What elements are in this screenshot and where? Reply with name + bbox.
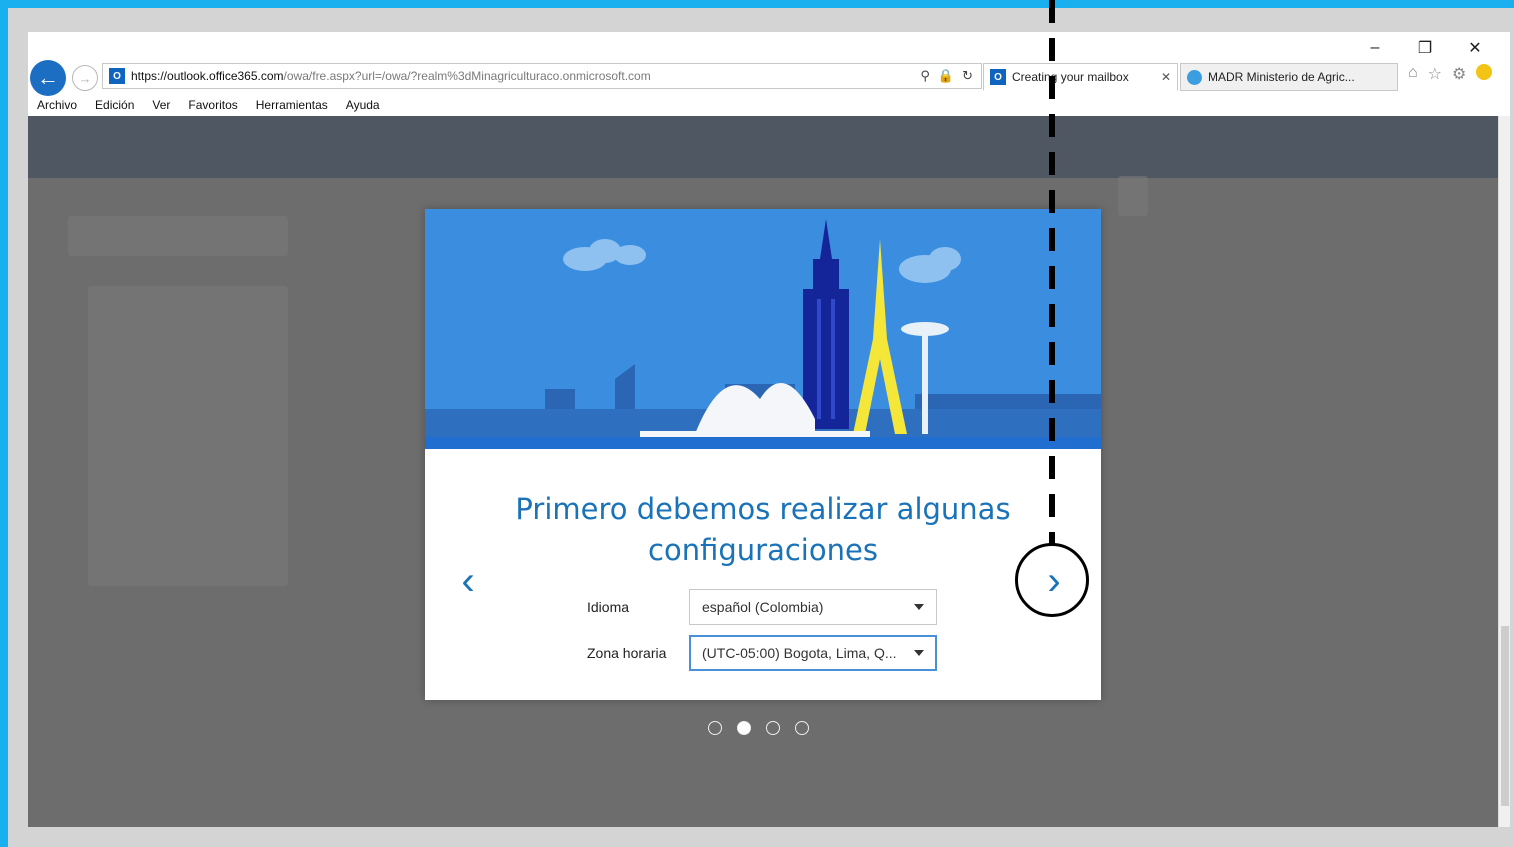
language-value: español (Colombia) bbox=[702, 599, 824, 615]
ie-tab-icon bbox=[1187, 69, 1202, 85]
screen-frame-top bbox=[0, 0, 1514, 8]
minimize-button[interactable]: – bbox=[1350, 36, 1400, 60]
tab-label: Creating your mailbox bbox=[1012, 70, 1129, 84]
close-button[interactable]: ✕ bbox=[1450, 36, 1500, 60]
annotation-dashed-line bbox=[1049, 0, 1055, 545]
scrollbar[interactable] bbox=[1498, 116, 1510, 827]
page-dot[interactable] bbox=[766, 721, 780, 735]
back-button[interactable]: ← bbox=[30, 60, 66, 96]
timezone-select[interactable]: (UTC-05:00) Bogota, Lima, Q... bbox=[689, 635, 937, 671]
browser-window: – ❐ ✕ ← → O https://outlook.office365.co… bbox=[28, 32, 1510, 827]
tab-creating-mailbox[interactable]: O Creating your mailbox ✕ bbox=[983, 63, 1178, 91]
dialog-title: Primero debemos realizar algunas configu… bbox=[515, 492, 1011, 567]
restore-button[interactable]: ❐ bbox=[1400, 36, 1450, 60]
navigation-bar: ← → O https://outlook.office365.com/owa/… bbox=[28, 58, 1510, 96]
outlook-tab-icon: O bbox=[990, 69, 1006, 85]
outlook-favicon-icon: O bbox=[109, 68, 125, 84]
url-text: https://outlook.office365.com/owa/fre.as… bbox=[131, 69, 651, 83]
window-controls: – ❐ ✕ bbox=[1350, 36, 1500, 60]
menu-ver[interactable]: Ver bbox=[152, 96, 170, 116]
blurred-block bbox=[88, 286, 288, 586]
chevron-down-icon bbox=[914, 604, 924, 610]
home-icon[interactable]: ⌂ bbox=[1408, 64, 1418, 84]
back-arrow-icon: ← bbox=[37, 65, 59, 90]
annotation-circle bbox=[1015, 543, 1089, 617]
menu-archivo[interactable]: Archivo bbox=[37, 96, 77, 116]
prev-arrow-button[interactable]: ‹ bbox=[453, 559, 483, 603]
timezone-value: (UTC-05:00) Bogota, Lima, Q... bbox=[702, 645, 897, 661]
menu-edicion[interactable]: Edición bbox=[95, 96, 134, 116]
page-dot-active[interactable] bbox=[737, 721, 751, 735]
menu-favoritos[interactable]: Favoritos bbox=[188, 96, 237, 116]
timezone-label: Zona horaria bbox=[587, 645, 667, 661]
chevron-left-icon: ‹ bbox=[461, 558, 475, 603]
search-icon[interactable]: ⚲ bbox=[920, 68, 930, 84]
chevron-down-icon bbox=[914, 650, 924, 656]
toolbar-icons: ⌂ ☆ ⚙ bbox=[1408, 64, 1493, 84]
language-select[interactable]: español (Colombia) bbox=[689, 589, 937, 625]
address-tools: ⚲ 🔒 ↻ bbox=[920, 68, 973, 84]
hero-illustration bbox=[425, 209, 1101, 449]
tab-label: MADR Ministerio de Agric... bbox=[1208, 70, 1355, 84]
screen-frame-left bbox=[0, 0, 8, 847]
address-bar[interactable]: O https://outlook.office365.com/owa/fre.… bbox=[102, 63, 982, 89]
menu-herramientas[interactable]: Herramientas bbox=[256, 96, 328, 116]
blurred-header bbox=[28, 116, 1498, 178]
blurred-block bbox=[68, 216, 288, 256]
page-dot[interactable] bbox=[795, 721, 809, 735]
language-label: Idioma bbox=[587, 599, 630, 615]
page-dot[interactable] bbox=[708, 721, 722, 735]
scroll-thumb[interactable] bbox=[1501, 626, 1509, 806]
forward-button[interactable]: → bbox=[72, 65, 98, 91]
refresh-icon[interactable]: ↻ bbox=[962, 68, 973, 84]
settings-gear-icon[interactable]: ⚙ bbox=[1452, 64, 1466, 84]
menu-bar: Archivo Edición Ver Favoritos Herramient… bbox=[28, 96, 1510, 116]
pagination-dots bbox=[708, 721, 809, 735]
favorites-star-icon[interactable]: ☆ bbox=[1428, 64, 1442, 84]
blurred-block bbox=[1118, 176, 1148, 216]
setup-dialog: Primero debemos realizar algunas configu… bbox=[425, 209, 1101, 700]
page-overlay: Primero debemos realizar algunas configu… bbox=[28, 116, 1498, 827]
forward-arrow-icon: → bbox=[78, 70, 92, 86]
lock-icon[interactable]: 🔒 bbox=[938, 68, 954, 84]
tab-madr[interactable]: MADR Ministerio de Agric... bbox=[1180, 63, 1398, 91]
feedback-smiley-icon[interactable] bbox=[1476, 64, 1493, 80]
tab-close-icon[interactable]: ✕ bbox=[1161, 70, 1171, 84]
menu-ayuda[interactable]: Ayuda bbox=[346, 96, 380, 116]
